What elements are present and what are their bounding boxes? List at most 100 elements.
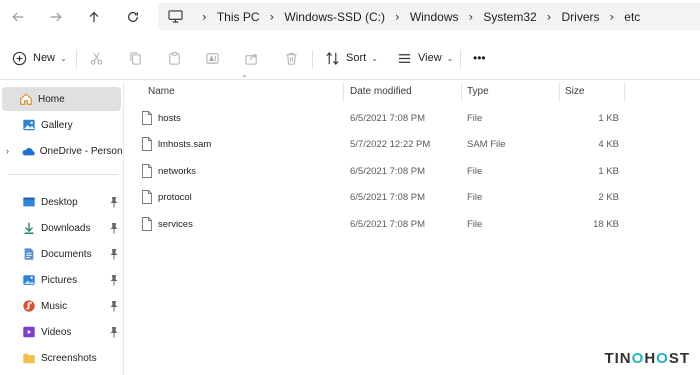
toolbar-divider [312,50,313,68]
sidebar-item-videos[interactable]: Videos [0,320,123,344]
sidebar-item-label: Home [38,93,65,105]
table-row[interactable]: services 6/5/2021 7:08 PM File 18 KB [134,211,624,237]
column-header-type[interactable]: Type [467,80,489,102]
sort-button[interactable]: Sort ⌄ [325,46,378,70]
rename-icon [206,52,219,64]
column-divider[interactable] [461,82,462,102]
sidebar-item-label: Desktop [41,196,78,208]
sidebar-item-label: OneDrive - Persona [39,145,123,157]
back-button[interactable] [6,6,30,28]
copy-button[interactable] [128,46,143,70]
refresh-button[interactable] [121,6,145,28]
rename-button[interactable] [205,46,220,70]
breadcrumb-drivers[interactable]: Drivers [561,10,599,24]
watermark-text: ST [668,350,690,367]
chevron-down-icon: ⌄ [60,53,67,63]
downloads-icon [22,221,36,235]
chevron-right-icon: › [269,9,275,24]
sidebar-item-home[interactable]: Home [2,87,121,111]
sidebar-item-music[interactable]: Music [0,294,123,318]
column-divider[interactable] [559,82,560,102]
column-header-name[interactable]: Name [148,80,175,102]
see-more-button[interactable]: ••• [473,46,486,70]
arrow-left-icon [12,12,24,22]
table-row[interactable]: networks 6/5/2021 7:08 PM File 1 KB [134,158,624,184]
chevron-right-icon: › [202,9,207,24]
file-icon [142,217,152,231]
home-icon [19,92,33,106]
watermark-text: O [631,350,645,367]
sidebar-item-desktop[interactable]: Desktop [0,190,123,214]
file-list: ⌃ Name Date modified Type Size hosts 6/5… [134,74,700,375]
share-icon [245,52,258,65]
this-pc-icon[interactable] [168,10,184,24]
toolbar-divider [76,50,77,68]
pin-icon[interactable] [109,274,119,286]
refresh-icon [128,11,138,22]
chevron-right-icon: › [546,9,552,24]
column-header-size[interactable]: Size [565,80,584,102]
file-date: 6/5/2021 7:08 PM [350,218,425,230]
address-bar[interactable]: › This PC › Windows-SSD (C:) › Windows ›… [158,3,700,30]
file-type: File [467,218,483,230]
delete-button[interactable] [284,46,299,70]
cut-button[interactable] [89,46,104,70]
file-date: 6/5/2021 7:08 PM [350,165,425,177]
breadcrumb-system32[interactable]: System32 [483,10,536,24]
sidebar-item-label: Documents [41,248,92,260]
sidebar-item-onedrive[interactable]: › OneDrive - Persona [0,139,123,163]
sidebar-item-documents[interactable]: Documents [0,242,123,266]
column-divider[interactable] [624,82,625,102]
breadcrumb-this-pc[interactable]: This PC [217,10,260,24]
copy-icon [130,51,141,65]
chevron-right-icon[interactable]: › [6,146,9,156]
pin-icon[interactable] [109,248,119,260]
file-size: 18 KB [593,218,619,230]
table-row[interactable]: hosts 6/5/2021 7:08 PM File 1 KB [134,105,624,131]
watermark-logo: TINOHOST [604,350,690,367]
sidebar-item-screenshots[interactable]: Screenshots [0,346,123,370]
watermark-text: H [644,350,657,367]
breadcrumb-etc[interactable]: etc [624,10,640,24]
pin-icon[interactable] [109,222,119,234]
desktop-icon [22,195,36,209]
file-icon [142,190,152,204]
file-name-cell: hosts [141,105,181,131]
pictures-icon [22,273,36,287]
breadcrumb-windows[interactable]: Windows [410,10,459,24]
paste-button[interactable] [167,46,182,70]
column-divider[interactable] [343,82,344,102]
watermark-text: O [656,350,669,367]
file-type: SAM File [467,138,506,150]
up-button[interactable] [82,6,106,28]
chevron-right-icon: › [395,9,400,24]
table-row[interactable]: lmhosts.sam 5/7/2022 12:22 PM SAM File 4… [134,131,624,157]
file-name: protocol [158,191,192,203]
new-button[interactable]: New ⌄ [12,46,67,70]
clipboard-icon [169,51,180,65]
forward-button[interactable] [44,6,68,28]
sidebar-item-downloads[interactable]: Downloads [0,216,123,240]
table-row[interactable]: protocol 6/5/2021 7:08 PM File 2 KB [134,184,624,210]
pin-icon[interactable] [109,300,119,312]
gallery-icon [22,118,36,132]
sidebar-item-pictures[interactable]: Pictures [0,268,123,292]
file-type: File [467,165,483,177]
pin-icon[interactable] [109,326,119,338]
view-button-label: View [418,52,442,64]
file-name: networks [158,165,197,177]
pin-icon[interactable] [109,196,119,208]
file-size: 1 KB [598,112,619,124]
share-button[interactable] [244,46,259,70]
videos-icon [22,325,36,339]
sidebar-item-gallery[interactable]: Gallery [0,113,123,137]
column-header-date[interactable]: Date modified [350,80,412,102]
file-icon [142,111,152,125]
navigation-bar: › This PC › Windows-SSD (C:) › Windows ›… [0,0,700,34]
sort-ascending-icon: ⌃ [241,74,248,83]
sidebar-item-label: Pictures [41,274,78,286]
sort-icon [326,51,339,65]
view-button[interactable]: View ⌄ [397,46,453,70]
breadcrumb-windows-ssd[interactable]: Windows-SSD (C:) [284,10,385,24]
sidebar-item-label: Music [41,300,68,312]
